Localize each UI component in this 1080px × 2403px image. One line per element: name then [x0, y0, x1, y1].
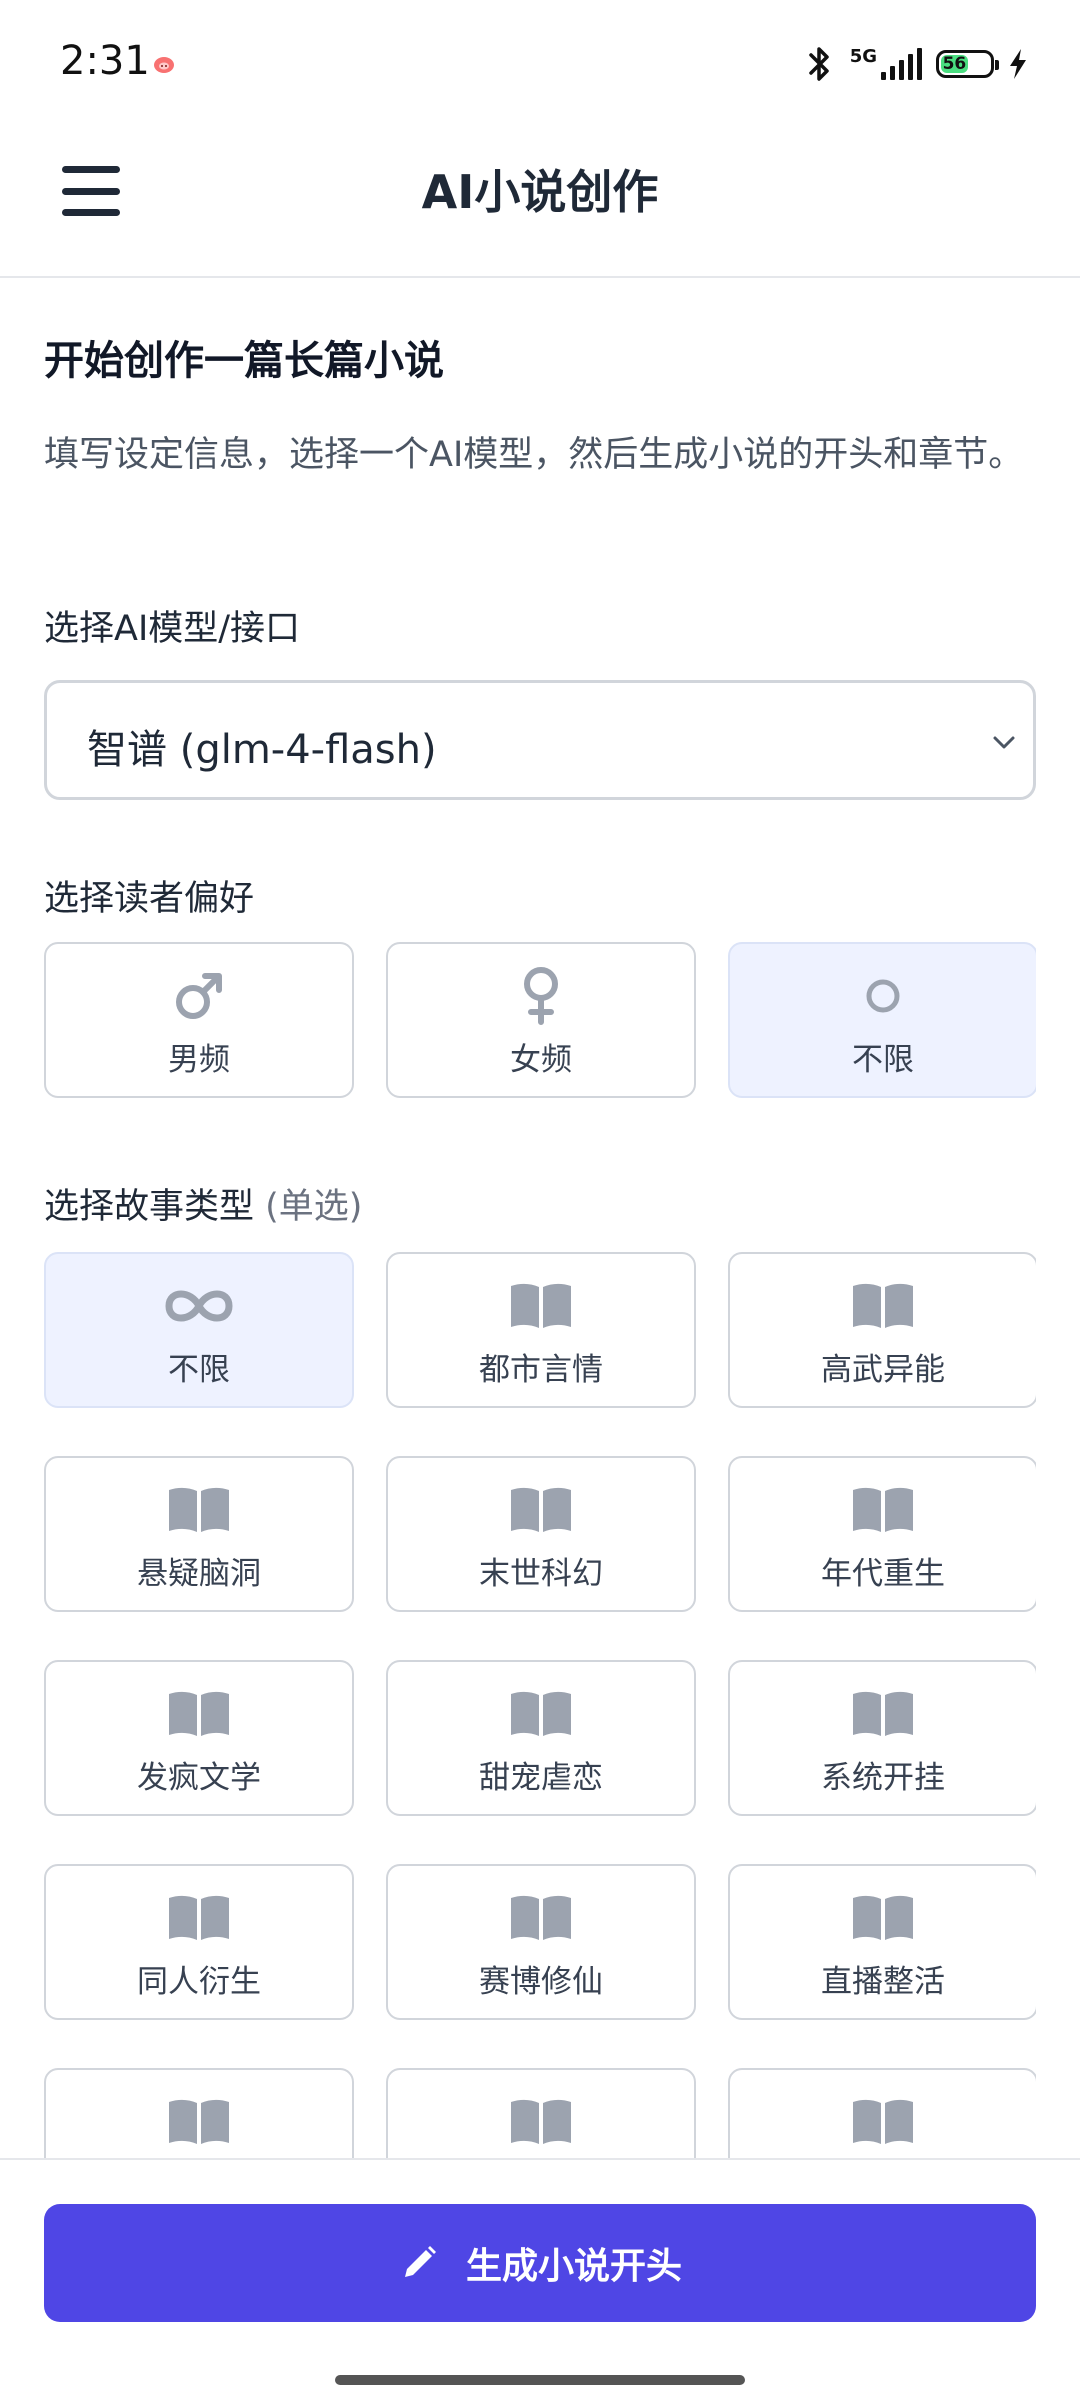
page-title: 开始创作一篇长篇小说 — [44, 338, 444, 384]
book-icon — [730, 1478, 1036, 1542]
book-icon — [388, 2090, 694, 2154]
genre-option-label: 末世科幻 — [479, 1556, 603, 1592]
book-icon — [46, 1886, 352, 1950]
genre-label-hint: (单选) — [265, 1187, 363, 1227]
genre-option[interactable]: 直播整活 — [728, 1864, 1036, 2020]
model-select[interactable]: 智谱 (glm-4-flash) — [44, 680, 1036, 800]
app-window: AI小说创作 开始创作一篇长篇小说 填写设定信息，选择一个AI模型，然后生成小说… — [0, 104, 1080, 2356]
genre-option[interactable]: 赛博修仙 — [386, 1864, 696, 2020]
battery-icon: 56 — [936, 50, 999, 78]
genre-option-label: 年代重生 — [821, 1556, 945, 1592]
genre-option-label: 同人衍生 — [137, 1964, 261, 2000]
book-icon — [730, 1886, 1036, 1950]
genre-option[interactable]: 年代重生 — [728, 1456, 1036, 1612]
preference-option[interactable]: 女频 — [386, 942, 696, 1098]
genre-label-text: 选择故事类型 — [44, 1187, 255, 1227]
generate-opening-button[interactable]: 生成小说开头 — [44, 2204, 1036, 2322]
genre-option-label: 高武异能 — [821, 1352, 945, 1388]
book-icon — [730, 1274, 1036, 1338]
genre-option-label: 赛博修仙 — [479, 1964, 603, 2000]
female-symbol-icon — [388, 964, 694, 1028]
chevron-down-icon — [993, 736, 1015, 749]
notification-app-icon — [154, 57, 174, 73]
genre-label: 选择故事类型 (单选) — [44, 1178, 362, 1229]
system-nav-area — [0, 2356, 1080, 2403]
genre-option-label: 甜宠虐恋 — [479, 1760, 603, 1796]
app-header: AI小说创作 — [0, 104, 1080, 278]
pencil-icon — [404, 2246, 436, 2277]
preference-option-label: 女频 — [510, 1042, 572, 1078]
model-label: 选择AI模型/接口 — [44, 609, 301, 649]
genre-option-label: 发疯文学 — [137, 1760, 261, 1796]
genre-option[interactable]: 发疯文学 — [44, 1660, 354, 1816]
book-icon — [46, 2090, 352, 2154]
charging-icon — [1010, 49, 1026, 79]
page-description: 填写设定信息，选择一个AI模型，然后生成小说的开头和章节。 — [44, 435, 1024, 475]
cellular-signal-icon: 5G — [850, 48, 922, 80]
main-content[interactable]: 开始创作一篇长篇小说 填写设定信息，选择一个AI模型，然后生成小说的开头和章节。… — [44, 278, 1036, 2158]
genre-option-label: 都市言情 — [479, 1352, 603, 1388]
battery-level: 56 — [941, 54, 968, 74]
preference-label: 选择读者偏好 — [44, 879, 255, 919]
genre-option[interactable]: 甜宠虐恋 — [386, 1660, 696, 1816]
book-icon — [46, 1682, 352, 1746]
bluetooth-icon — [808, 47, 829, 81]
genre-option[interactable]: 高武异能 — [728, 1252, 1036, 1408]
book-icon — [388, 1274, 694, 1338]
book-icon — [730, 1682, 1036, 1746]
preference-option-label: 不限 — [852, 1042, 914, 1078]
genre-option-label: 不限 — [168, 1352, 230, 1388]
book-icon — [46, 1478, 352, 1542]
genre-option-label: 系统开挂 — [821, 1760, 945, 1796]
genre-options: 不限 都市言情 高武异能悬疑脑洞 末世科幻 年代重生发疯文学 甜宠虐恋 系统开挂同人衍生 赛博… — [44, 1252, 1036, 2158]
preference-option-label: 男频 — [168, 1042, 230, 1078]
preference-option[interactable]: 男频 — [44, 942, 354, 1098]
app-title: AI小说创作 — [421, 165, 659, 219]
genre-option[interactable]: 悬疑脑洞 — [44, 1456, 354, 1612]
preference-option[interactable]: 不限 — [728, 942, 1036, 1098]
circle-icon — [730, 964, 1036, 1028]
male-symbol-icon — [46, 964, 352, 1028]
genre-option[interactable]: 不限 — [44, 1252, 354, 1408]
genre-option[interactable] — [44, 2068, 354, 2158]
book-icon — [730, 2090, 1036, 2154]
bottom-action-bar: 生成小说开头 — [0, 2158, 1080, 2356]
genre-option[interactable]: 末世科幻 — [386, 1456, 696, 1612]
genre-option[interactable] — [728, 2068, 1036, 2158]
genre-option[interactable]: 系统开挂 — [728, 1660, 1036, 1816]
book-icon — [388, 1886, 694, 1950]
genre-option[interactable]: 同人衍生 — [44, 1864, 354, 2020]
generate-button-label: 生成小说开头 — [465, 2246, 682, 2287]
genre-option-label: 悬疑脑洞 — [137, 1556, 261, 1592]
status-icons: 5G 56 — [802, 44, 1028, 84]
infinity-icon — [46, 1274, 352, 1338]
genre-option-label: 直播整活 — [821, 1964, 945, 2000]
preference-options: 男频 女频 不限 — [44, 942, 1036, 1098]
network-type: 5G — [849, 46, 877, 67]
book-icon — [388, 1682, 694, 1746]
status-bar: 2:31 5G 56 — [0, 0, 1080, 104]
genre-option[interactable]: 都市言情 — [386, 1252, 696, 1408]
genre-option[interactable] — [386, 2068, 696, 2158]
book-icon — [388, 1478, 694, 1542]
screen: 2:31 5G 56 AI小说创作 开始创作一篇长篇小说 填写设定信息，选择一个… — [0, 0, 1080, 2403]
model-select-value: 智谱 (glm-4-flash) — [87, 727, 437, 773]
home-indicator[interactable] — [335, 2375, 745, 2385]
status-time: 2:31 — [60, 38, 150, 84]
